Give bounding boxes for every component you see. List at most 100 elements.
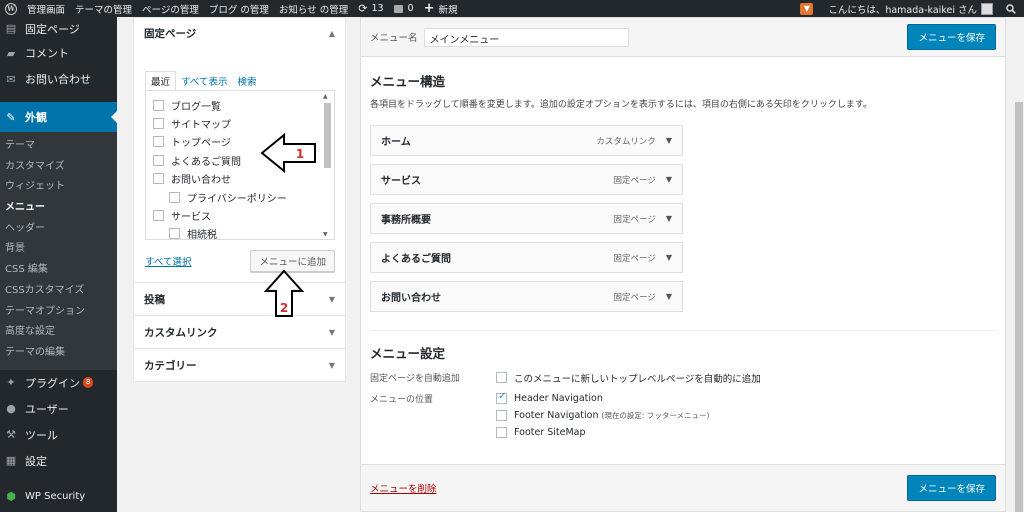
pages-section-footer: すべて選択 メニューに追加 — [134, 240, 345, 282]
sidebar-item-plugins[interactable]: ✦ プラグイン 8 — [0, 370, 117, 396]
page-scrollbar[interactable] — [1013, 17, 1024, 512]
submenu-item-header[interactable]: ヘッダー — [0, 219, 117, 240]
add-menu-items-panel: 固定ページ ▲ 最近 すべて表示 検索 ブログ一覧 サイトマップ トップページ … — [133, 17, 346, 382]
page-scrollbar-thumb[interactable] — [1015, 102, 1023, 512]
submenu-item-customize[interactable]: カスタマイズ — [0, 157, 117, 178]
adminbar-item-news[interactable]: お知らせ の管理 — [274, 0, 353, 17]
wordpress-logo-icon[interactable]: W — [0, 0, 22, 17]
tab-view-all[interactable]: すべて表示 — [176, 72, 232, 90]
submenu-item-theme-options[interactable]: テーマオプション — [0, 302, 117, 323]
sidebar-item-pages[interactable]: ▤ 固定ページ — [0, 17, 117, 40]
save-menu-button-bottom[interactable]: メニューを保存 — [907, 475, 996, 501]
updates-count: 13 — [371, 3, 384, 14]
page-checklist-item[interactable]: ブログ一覧 — [153, 96, 334, 114]
submenu-item-background[interactable]: 背景 — [0, 239, 117, 260]
scroll-down-icon[interactable]: ▼ — [323, 231, 328, 238]
categories-section-header[interactable]: カテゴリー ▼ — [133, 349, 346, 382]
sidebar-item-contact[interactable]: ✉ お問い合わせ — [0, 66, 117, 92]
sidebar-item-label: WP Security — [25, 491, 86, 503]
page-checklist-item[interactable]: 相続税 — [153, 225, 334, 239]
comments-icon: ▰ — [6, 46, 16, 60]
adminbar-item-theme[interactable]: テーマの管理 — [70, 0, 137, 17]
scrollbar-thumb[interactable] — [324, 103, 331, 168]
adminbar-new[interactable]: + 新規 — [419, 0, 463, 17]
custom-links-section-header[interactable]: カスタムリンク ▼ — [133, 316, 346, 349]
adminbar-comments[interactable]: 0 — [389, 0, 419, 17]
plugin-notice-icon[interactable]: ▼ — [800, 2, 814, 15]
scroll-up-icon[interactable]: ▲ — [323, 93, 328, 100]
checklist-scrollbar[interactable]: ▲ ▼ — [322, 93, 332, 238]
delete-menu-link[interactable]: メニューを削除 — [370, 481, 437, 495]
page-checklist-item[interactable]: プライバシーポリシー — [153, 188, 334, 206]
annotation-number-2: 2 — [280, 301, 288, 315]
checkbox[interactable] — [153, 99, 164, 111]
checkbox[interactable] — [169, 228, 180, 239]
auto-add-label: 固定ページを自動追加 — [370, 374, 460, 384]
auto-add-checkbox[interactable] — [496, 372, 507, 383]
submenu-item-css-edit[interactable]: CSS 編集 — [0, 260, 117, 281]
item-expand-arrow-icon[interactable]: ▼ — [666, 136, 672, 145]
expand-arrow-icon[interactable]: ▼ — [329, 328, 335, 337]
select-all-link[interactable]: すべて選択 — [145, 254, 191, 268]
item-expand-arrow-icon[interactable]: ▼ — [666, 292, 672, 301]
footer-sitemap-checkbox[interactable] — [496, 427, 507, 438]
auto-add-option[interactable]: このメニューに新しいトップレベルページを自動的に追加 — [496, 369, 761, 386]
menu-item-office[interactable]: 事務所概要 固定ページ ▼ — [370, 203, 683, 234]
search-icon[interactable] — [998, 0, 1024, 17]
tab-search[interactable]: 検索 — [232, 72, 261, 90]
adminbar-site-name[interactable]: 管理画面 — [22, 0, 70, 17]
submenu-item-widgets[interactable]: ウィジェット — [0, 177, 117, 198]
checkbox[interactable] — [153, 118, 164, 130]
expand-arrow-icon[interactable]: ▼ — [329, 295, 335, 304]
collapse-arrow-icon[interactable]: ▲ — [329, 29, 335, 38]
item-expand-arrow-icon[interactable]: ▼ — [666, 253, 672, 262]
checkbox[interactable] — [153, 154, 164, 166]
account-menu[interactable]: こんにちは、hamada-kaikei さん — [823, 0, 998, 17]
adminbar-item-blog[interactable]: ブログ の管理 — [204, 0, 274, 17]
annotation-arrow-up-icon: 2 — [264, 269, 304, 317]
sidebar-item-label: コメント — [25, 47, 69, 60]
menu-item-faq[interactable]: よくあるご質問 固定ページ ▼ — [370, 242, 683, 273]
item-expand-arrow-icon[interactable]: ▼ — [666, 214, 672, 223]
pages-icon: ▤ — [5, 22, 17, 35]
location-footer-sitemap[interactable]: Footer SiteMap — [496, 424, 709, 441]
header-navigation-checkbox[interactable] — [496, 391, 507, 404]
submenu-item-menus[interactable]: メニュー — [0, 198, 117, 219]
sidebar-item-tools[interactable]: ⚒ ツール — [0, 422, 117, 448]
pages-section-header[interactable]: 固定ページ ▲ — [134, 18, 345, 49]
footer-navigation-checkbox[interactable] — [496, 410, 507, 421]
menu-item-contact[interactable]: お問い合わせ 固定ページ ▼ — [370, 281, 683, 312]
menu-item-home[interactable]: ホーム カスタムリンク ▼ — [370, 125, 683, 156]
adminbar-item-pages[interactable]: ページの管理 — [137, 0, 204, 17]
item-expand-arrow-icon[interactable]: ▼ — [666, 175, 672, 184]
tab-recent[interactable]: 最近 — [145, 71, 177, 91]
checkbox[interactable] — [153, 173, 164, 185]
checkbox[interactable] — [153, 210, 164, 222]
page-checklist-item[interactable]: サイトマップ — [153, 114, 334, 132]
menu-item-service[interactable]: サービス 固定ページ ▼ — [370, 164, 683, 195]
sidebar-item-users[interactable]: ● ユーザー — [0, 396, 117, 422]
menu-name-input[interactable]: メインメニュー — [423, 27, 629, 47]
admin-bar: W 管理画面 テーマの管理 ページの管理 ブログ の管理 お知らせ の管理 ⟳ … — [0, 0, 1024, 17]
submenu-item-advanced[interactable]: 高度な設定 — [0, 322, 117, 343]
posts-section-header[interactable]: 投稿 ▼ — [133, 283, 346, 316]
expand-arrow-icon[interactable]: ▼ — [329, 361, 335, 370]
submenu-item-css-customize[interactable]: CSSカスタマイズ — [0, 281, 117, 302]
location-footer-navigation[interactable]: Footer Navigation (現在の設定: フッターメニュー) — [496, 407, 709, 424]
sidebar-item-wp-security[interactable]: ⬢ WP Security — [0, 484, 117, 510]
greeting-text: こんにちは、hamada-kaikei さん — [828, 4, 977, 16]
location-header-navigation[interactable]: Header Navigation — [496, 390, 709, 407]
menu-header-bar: メニュー名 メインメニュー メニューを保存 — [360, 17, 1006, 57]
sidebar-item-comments[interactable]: ▰ コメント — [0, 40, 117, 66]
save-menu-button[interactable]: メニューを保存 — [907, 24, 996, 50]
sidebar-item-settings[interactable]: ▦ 設定 — [0, 448, 117, 474]
page-checklist-item[interactable]: サービス — [153, 206, 334, 224]
adminbar-updates[interactable]: ⟳ 13 — [353, 0, 388, 17]
menu-structure-description: 各項目をドラッグして順番を変更します。追加の設定オプションを表示するには、項目の… — [370, 100, 872, 110]
auto-add-row: 固定ページを自動追加 このメニューに新しいトップレベルページを自動的に追加 — [370, 369, 996, 386]
checkbox[interactable] — [169, 191, 180, 203]
sidebar-item-appearance[interactable]: ✎ 外観 — [0, 102, 117, 132]
checkbox[interactable] — [153, 136, 164, 148]
submenu-item-themes[interactable]: テーマ — [0, 136, 117, 157]
submenu-item-theme-editor[interactable]: テーマの編集 — [0, 343, 117, 364]
